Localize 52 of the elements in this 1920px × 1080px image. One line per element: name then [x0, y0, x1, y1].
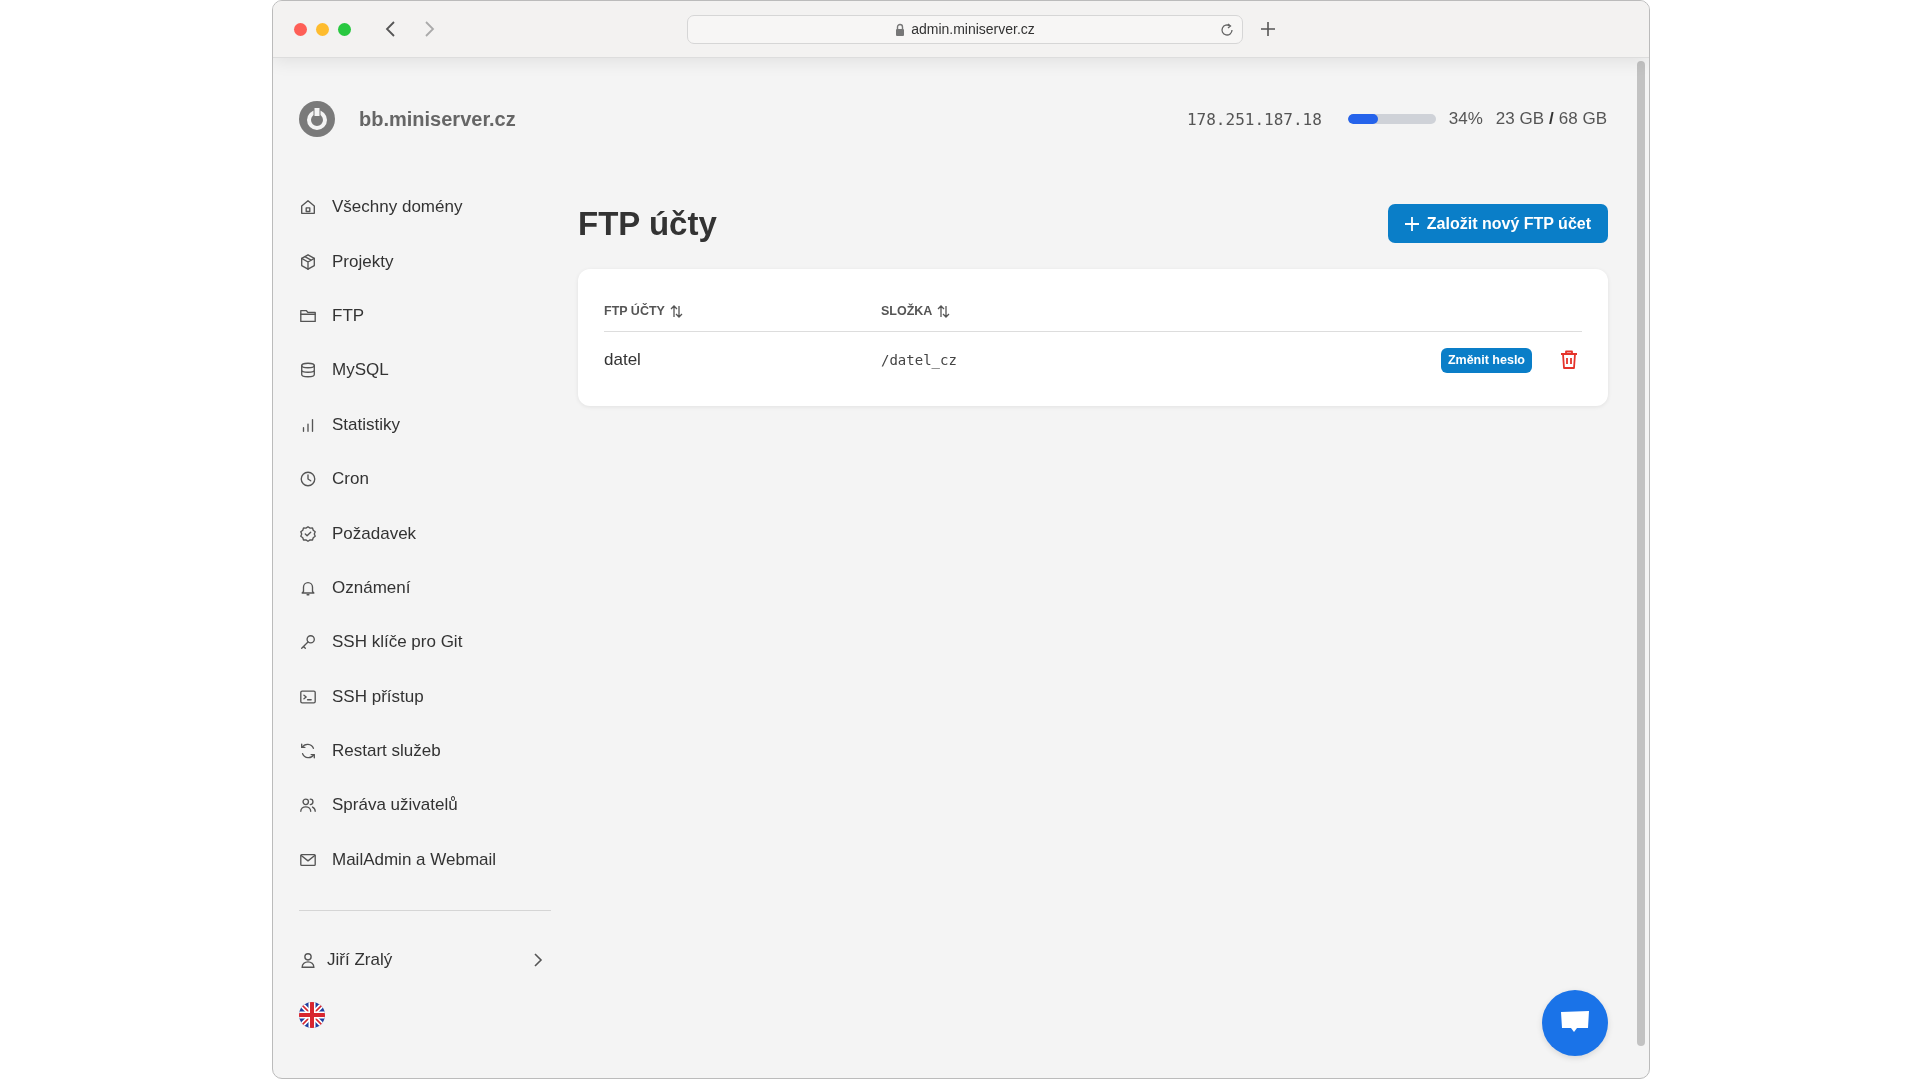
delete-icon[interactable] [1560, 350, 1578, 370]
uk-flag-icon[interactable] [299, 1002, 325, 1029]
address-bar[interactable]: admin.miniserver.cz [687, 14, 1243, 44]
database-icon [299, 361, 317, 380]
disk-separator: / [1549, 109, 1554, 129]
user-menu[interactable]: Jiří Zralý [299, 940, 543, 981]
chevron-right-icon [533, 952, 543, 969]
new-ftp-account-button[interactable]: Založit nový FTP účet [1387, 204, 1608, 243]
sidebar-item[interactable]: SSH klíče pro Git [299, 615, 469, 670]
home-icon [299, 198, 317, 217]
sidebar-item[interactable]: Všechny domény [299, 180, 469, 235]
sidebar-item[interactable]: Požadavek [299, 506, 423, 561]
sort-icon [937, 304, 951, 318]
sidebar-item[interactable]: MailAdmin a Webmail [299, 832, 503, 888]
user-icon [299, 951, 317, 970]
sidebar-item[interactable]: Restart služeb [299, 723, 447, 779]
clock-icon [299, 470, 317, 489]
badge-check-icon [299, 524, 317, 543]
reload-icon[interactable] [1220, 22, 1234, 37]
table-cell: /datel_cz [881, 352, 957, 368]
disk-used: 23 GB [1495, 109, 1545, 129]
change-password-button[interactable]: Změnit heslo [1440, 347, 1532, 373]
terminal-icon [299, 687, 317, 706]
plus-icon [1404, 216, 1419, 231]
chat-button[interactable] [1542, 990, 1608, 1056]
users-icon [299, 796, 317, 815]
sidebar-item[interactable]: MySQL [299, 343, 395, 398]
power-logo-icon [299, 101, 335, 137]
scrollbar[interactable] [1637, 61, 1645, 1046]
page-title: FTP účty [578, 204, 717, 243]
table-cell-text: datel [604, 350, 642, 370]
sort-icon [669, 304, 683, 318]
column-header[interactable]: SLOŽKA [881, 304, 951, 318]
sidebar-item[interactable]: FTP [299, 288, 371, 344]
sidebar-item[interactable]: Projekty [299, 234, 400, 289]
new-tab-icon[interactable] [1260, 21, 1276, 37]
sidebar-item[interactable]: Oznámení [299, 560, 417, 616]
lock-icon [895, 22, 906, 36]
sidebar-item[interactable]: Cron [299, 451, 375, 507]
sidebar-item[interactable]: Statistiky [299, 397, 407, 452]
close-window-button[interactable] [294, 22, 307, 36]
sidebar-item[interactable]: SSH přístup [299, 669, 430, 724]
back-icon[interactable] [385, 20, 397, 38]
sidebar-item[interactable]: Správa uživatelů [299, 778, 464, 833]
cube-icon [299, 252, 317, 271]
site-name: bb.miniserver.cz [359, 107, 516, 131]
disk-total: 68 GB [1558, 109, 1607, 129]
key-icon [299, 633, 317, 652]
disk-percent: 34% [1448, 109, 1483, 129]
column-header[interactable]: FTP ÚČTY [604, 304, 881, 318]
refresh-icon [299, 742, 317, 761]
ip-address: 178.251.187.18 [1186, 109, 1322, 129]
